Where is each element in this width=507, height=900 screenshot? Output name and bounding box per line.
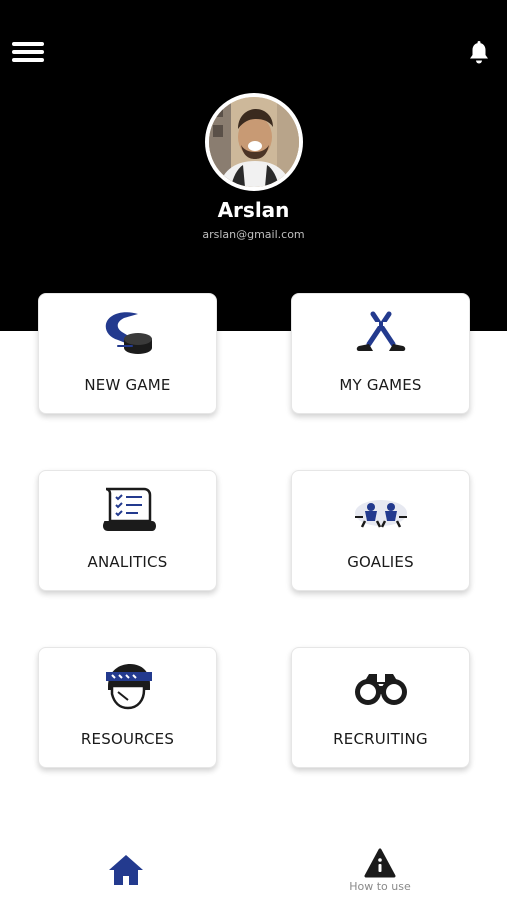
profile-email: arslan@gmail.com <box>202 228 305 241</box>
my-games-label: MY GAMES <box>339 376 422 394</box>
recruiting-label: RECRUITING <box>333 730 428 748</box>
resources-button[interactable]: RESOURCES <box>38 647 217 768</box>
profile-name: Arslan <box>217 198 290 222</box>
profile-header: Arslan arslan@gmail.com <box>0 0 507 331</box>
hamburger-menu-icon[interactable] <box>12 40 44 66</box>
avatar[interactable] <box>205 93 303 191</box>
hockey-helmet-icon <box>106 664 152 710</box>
resources-label: RESOURCES <box>80 730 175 748</box>
goalies-button[interactable]: GOALIES <box>291 470 470 591</box>
home-icon[interactable] <box>106 850 146 890</box>
hockey-sticks-icon <box>356 311 406 351</box>
goalies-icon <box>355 500 407 528</box>
new-game-button[interactable]: NEW GAME <box>38 293 217 414</box>
analytics-label: ANALITICS <box>87 553 168 571</box>
recruiting-button[interactable]: RECRUITING <box>291 647 470 768</box>
analytics-button[interactable]: ANALITICS <box>38 470 217 591</box>
puck-icon <box>105 312 152 354</box>
new-game-label: NEW GAME <box>84 376 171 394</box>
binoculars-icon <box>355 674 407 705</box>
avatar-photo <box>209 97 299 187</box>
my-games-button[interactable]: MY GAMES <box>291 293 470 414</box>
checklist-scroll-icon <box>103 487 156 531</box>
info-warning-icon <box>364 848 396 878</box>
goalies-label: GOALIES <box>347 553 414 571</box>
bell-icon[interactable] <box>466 40 492 66</box>
how-to-use-label: How to use <box>349 880 411 893</box>
how-to-use-button[interactable]: How to use <box>335 848 425 898</box>
